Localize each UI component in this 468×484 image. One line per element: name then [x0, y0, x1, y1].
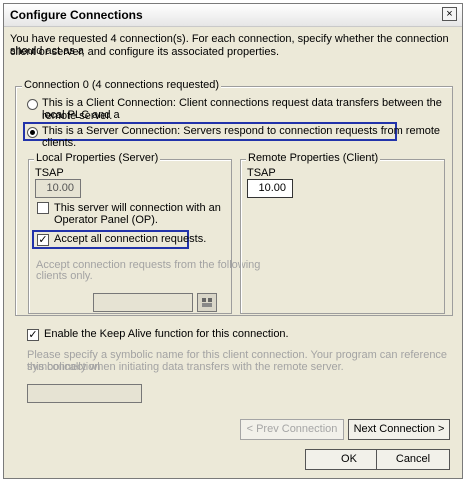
keep-alive-label: Enable the Keep Alive function for this …: [44, 328, 289, 340]
title-bar: Configure Connections ×: [4, 4, 462, 27]
next-connection-button[interactable]: Next Connection >: [348, 419, 450, 440]
accept-from-line-2: clients only.: [36, 270, 93, 282]
accept-all-label: Accept all connection requests.: [54, 233, 207, 245]
operator-panel-line-2: Operator Panel (OP).: [54, 214, 158, 226]
remote-tsap-label: TSAP: [247, 167, 276, 179]
local-tsap-label: TSAP: [35, 167, 64, 179]
server-option-label: This is a Server Connection: Servers res…: [42, 125, 441, 149]
intro-line-2: client or server, and configure its asso…: [10, 46, 280, 58]
connection-legend: Connection 0 (4 connections requested): [22, 79, 222, 91]
address-lookup-button[interactable]: [197, 293, 217, 312]
operator-panel-line-1: This server will connection with an: [54, 202, 221, 214]
accept-all-checkbox[interactable]: ✓: [37, 234, 49, 246]
symbolic-name-field: [27, 384, 142, 403]
address-book-icon: [202, 298, 212, 307]
remote-properties-legend: Remote Properties (Client): [246, 152, 381, 164]
close-icon: ×: [446, 8, 453, 20]
keep-alive-checkbox[interactable]: ✓: [27, 329, 39, 341]
local-properties-legend: Local Properties (Server): [34, 152, 161, 164]
close-button[interactable]: ×: [442, 7, 457, 21]
client-address-field: [93, 293, 193, 312]
prev-connection-button[interactable]: < Prev Connection: [240, 419, 344, 440]
remote-tsap-field[interactable]: 10.00: [247, 179, 293, 198]
symbolic-hint-line-2: symbolically when initiating data transf…: [27, 361, 344, 373]
configure-connections-dialog: Configure Connections × You have request…: [3, 3, 463, 479]
local-tsap-field: 10.00: [35, 179, 81, 198]
operator-panel-checkbox[interactable]: [37, 202, 49, 214]
client-option-line-2: remote server.: [42, 110, 113, 122]
server-connection-radio[interactable]: [27, 127, 38, 138]
client-connection-radio[interactable]: [27, 99, 38, 110]
cancel-button[interactable]: Cancel: [376, 449, 450, 470]
dialog-title: Configure Connections: [10, 8, 143, 22]
